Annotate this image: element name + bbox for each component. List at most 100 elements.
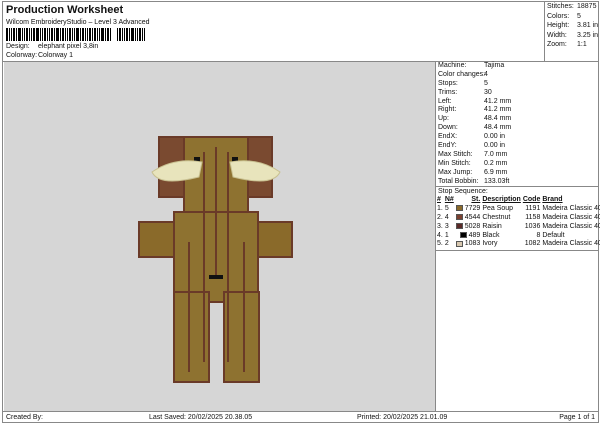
row-number: 2. [437,213,443,221]
barcode-bar [137,28,138,41]
details-panel: Machine: Tajima Color changes: 4 Stops: 5 Trim… [435,62,600,411]
thread-description: Ivory [482,240,498,248]
barcode-bar [54,28,55,41]
barcode-bar [65,28,66,41]
barcode-bar [110,28,111,41]
info-value: 30 [484,88,492,96]
info-label: Down: [438,124,458,132]
thread-code: 1158 [525,213,541,221]
info-row: Down: 48.4 mm [436,124,598,133]
stat-label: Height: [547,22,570,29]
thread-code: 1191 [525,205,541,213]
stat-row: Width: 3.25 in [545,31,600,41]
table-row: 2. 4 4544 Chestnut 1158 Madeira Classic 40 [436,213,600,222]
stop-sequence-table: # N# St. Description Code Brand 1. 5 7729… [436,195,600,248]
barcode-bar [29,28,30,41]
info-value: 0.00 in [484,133,506,141]
col-header: Code [522,196,541,204]
barcode-bar [144,28,145,41]
stat-row: Colors: 5 [545,12,600,22]
barcode-bar [131,28,134,41]
barcode-bar [74,28,75,41]
thread-code: 1036 [524,222,541,230]
col-header: St. [471,196,481,204]
stats-box: Stitches: 18875 Colors: 5 Height: 3.81 in W… [544,2,600,61]
design-row: Design: elephant pixel 3,8in [6,43,98,50]
barcode-bar [26,28,28,41]
design-value: elephant pixel 3,8in [38,43,99,50]
barcode-bar [62,28,64,41]
table-row: 4. 1 489 Black 8 Default [436,231,600,240]
barcode-bar [49,28,50,41]
stitch-count: 7729 [455,204,482,213]
barcode-bar [72,28,73,41]
stat-label: Colors: [547,12,570,20]
thread-description: Raisin [482,222,502,230]
barcode-bar [85,28,86,41]
barcode-bar [80,28,81,41]
needle-number: 3 [444,222,449,230]
created-by: Created By: [6,414,43,421]
stat-value: 3.81 in [577,22,599,29]
info-label: Machine: [438,62,467,69]
needle-number: 5 [444,205,449,213]
barcode-bar [89,28,91,41]
barcode-bar [139,28,141,41]
stop-sequence-title: Stop Sequence: [436,186,598,195]
color-swatch [455,240,463,247]
info-label: Up: [438,115,449,123]
stop-sequence: Stop Sequence: # N# St. Description Code… [436,186,600,252]
colorway-label: Colorway: [6,52,38,59]
elephant-embroidery-image [138,136,293,383]
barcode-bar [24,28,25,41]
last-saved: Last Saved: 20/02/2025 20.38.05 [149,414,253,421]
info-row: EndX: 0.00 in [436,133,598,142]
barcode-bar [22,28,23,41]
info-value: 7.0 mm [484,150,508,158]
thread-brand: Madeira Classic 40 [542,240,600,248]
stat-label: Width: [547,31,567,39]
info-label: Max Stitch: [438,150,473,158]
info-value: 5 [484,79,488,87]
info-row: Max Stitch: 7.0 mm [436,151,598,160]
stat-row: Stitches: 18875 [545,2,600,12]
barcode-bar [97,28,98,41]
barcode-bar [105,28,106,41]
stitch-value: 489 [468,231,481,239]
barcode-bar [92,28,93,41]
col-header: N# [444,196,454,204]
barcode-bar [126,28,128,41]
stitch-value: 1083 [464,240,481,248]
thread-code: 8 [536,231,541,239]
info-row: Trims: 30 [436,89,598,98]
thread-brand: Madeira Classic 40 [542,222,600,230]
row-number: 4. [437,231,443,239]
stitch-count: 489 [455,231,482,240]
barcode-bar [6,28,8,41]
barcode-bar [11,28,12,41]
barcode-bar [87,28,88,41]
info-value: 41.2 mm [484,106,512,114]
info-row: Left: 41.2 mm [436,98,598,107]
barcode-bar [117,28,118,41]
barcode-bar [31,28,32,41]
color-swatch [459,231,467,238]
thread-description: Black [482,231,500,239]
col-header: Description [482,196,521,204]
barcode-bar [129,28,130,41]
barcode-bar [122,28,123,41]
barcode-bar [107,28,109,41]
thread-brand: Madeira Classic 40 [542,205,600,213]
info-row: Stops: 5 [436,80,598,89]
barcode-bar [124,28,125,41]
color-swatch [455,222,463,229]
row-number: 1. [437,205,443,213]
barcode-bar [56,28,59,41]
needle-number: 1 [444,231,449,239]
design-label: Design: [6,43,30,50]
machine-info: Machine: Tajima Color changes: 4 Stops: 5 Trim… [436,62,598,186]
barcode-bar [51,28,53,41]
needle-number: 2 [444,240,449,248]
info-value: 48.4 mm [484,115,512,123]
col-header: # [437,196,441,204]
